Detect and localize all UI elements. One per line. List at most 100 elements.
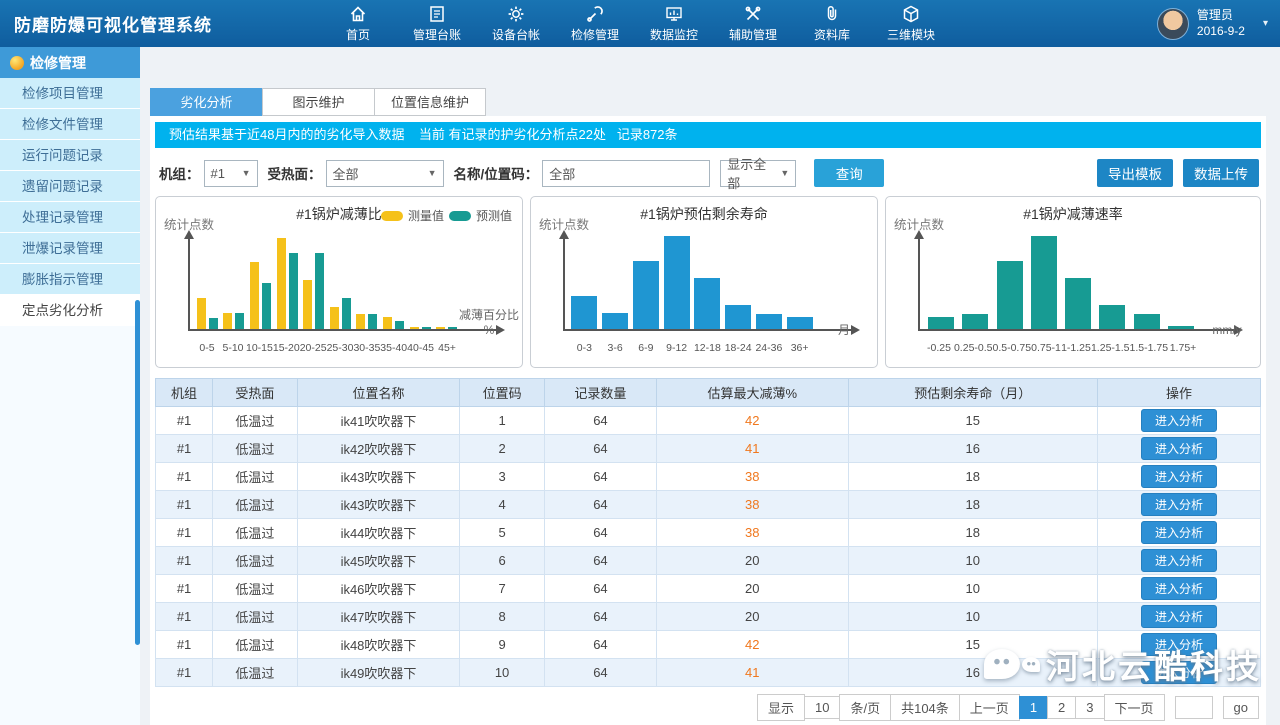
cell-max_thin: 38 — [656, 491, 848, 519]
cell-name: ik43吹吹器下 — [297, 463, 460, 491]
gear-icon — [506, 4, 526, 24]
bar — [602, 313, 628, 329]
nav-item-maintenance[interactable]: 检修管理 — [569, 4, 621, 43]
name-code-input[interactable] — [542, 160, 710, 187]
sidebar-item-files[interactable]: 检修文件管理 — [0, 109, 140, 140]
page-button-1[interactable]: 1 — [1019, 696, 1048, 719]
table-row: #1低温过ik43吹吹器下3643818进入分析 — [156, 463, 1261, 491]
bar — [262, 283, 271, 329]
enter-analysis-button[interactable]: 进入分析 — [1141, 409, 1217, 432]
display-select-value: 显示全部 — [727, 154, 774, 192]
cell-surface: 低温过 — [213, 407, 298, 435]
x-tick-label: 1.75+ — [1168, 342, 1198, 354]
bar — [422, 327, 431, 329]
x-axis — [563, 329, 851, 331]
prev-page-button[interactable]: 上一页 — [959, 694, 1020, 721]
data-upload-button[interactable]: 数据上传 — [1183, 159, 1259, 187]
x-tick-label: 1-1.25 — [1061, 342, 1091, 354]
cell-life: 10 — [848, 547, 1098, 575]
nav-item-auxiliary[interactable]: 辅助管理 — [727, 4, 779, 43]
cell-surface: 低温过 — [213, 631, 298, 659]
x-tick-label: 12-18 — [692, 342, 723, 354]
user-date: 2016-9-2 — [1197, 24, 1245, 40]
nav-item-home[interactable]: 首页 — [332, 4, 384, 43]
cell-unit: #1 — [156, 659, 213, 687]
tab-diagram[interactable]: 图示维护 — [262, 88, 374, 116]
nav-item-equipment[interactable]: 设备台帐 — [490, 4, 542, 43]
nav-item-ledger[interactable]: 管理台账 — [411, 4, 463, 43]
bar — [235, 313, 244, 329]
cell-code: 7 — [460, 575, 545, 603]
x-tick-label: 20-25 — [300, 342, 327, 354]
bar — [928, 317, 954, 329]
surface-select[interactable]: 全部 ▼ — [326, 160, 444, 187]
user-info[interactable]: 管理员 2016-9-2 ▾ — [1157, 8, 1268, 40]
cell-code: 3 — [460, 463, 545, 491]
enter-analysis-button[interactable]: 进入分析 — [1141, 633, 1217, 656]
goto-page-input[interactable] — [1175, 696, 1213, 719]
x-tick-label: -0.25 — [924, 342, 954, 354]
enter-analysis-button[interactable]: 进入分析 — [1141, 605, 1217, 628]
cell-code: 1 — [460, 407, 545, 435]
cell-code: 4 — [460, 491, 545, 519]
enter-analysis-button[interactable]: 进入分析 — [1141, 493, 1217, 516]
x-tick-label: 45+ — [434, 342, 460, 354]
bar — [725, 305, 751, 329]
avatar — [1157, 8, 1189, 40]
x-tick-label: 10-15 — [246, 342, 273, 354]
sidebar-item-run-issues[interactable]: 运行问题记录 — [0, 140, 140, 171]
sidebar-item-expansion[interactable]: 膨胀指示管理 — [0, 264, 140, 295]
enter-analysis-button[interactable]: 进入分析 — [1141, 577, 1217, 600]
bar — [395, 321, 404, 329]
bar — [664, 236, 690, 329]
go-button[interactable]: go — [1223, 696, 1259, 719]
page-button-2[interactable]: 2 — [1047, 696, 1076, 719]
cell-surface: 低温过 — [213, 435, 298, 463]
sidebar-item-project[interactable]: 检修项目管理 — [0, 78, 140, 109]
x-axis-unit-line: % — [459, 323, 519, 339]
cell-name: ik46吹吹器下 — [297, 575, 460, 603]
nav-item-monitor[interactable]: 数据监控 — [648, 4, 700, 43]
cell-action: 进入分析 — [1098, 603, 1261, 631]
nav-item-label: 管理台账 — [413, 26, 461, 43]
enter-analysis-button[interactable]: 进入分析 — [1141, 521, 1217, 544]
search-button[interactable]: 查询 — [814, 159, 884, 187]
sidebar-item-leak[interactable]: 泄爆记录管理 — [0, 233, 140, 264]
bar-group — [784, 317, 815, 329]
cell-max_thin: 20 — [656, 547, 848, 575]
cell-name: ik41吹吹器下 — [297, 407, 460, 435]
sidebar-item-handle[interactable]: 处理记录管理 — [0, 202, 140, 233]
sidebar-item-degradation[interactable]: 定点劣化分析 — [0, 295, 140, 326]
chevron-down-icon: ▼ — [774, 168, 789, 178]
display-select[interactable]: 显示全部 ▼ — [720, 160, 796, 187]
table-header-row: 机组受热面位置名称位置码记录数量估算最大减薄%预估剩余寿命（月）操作 — [156, 379, 1261, 407]
enter-analysis-button[interactable]: 进入分析 — [1141, 549, 1217, 572]
cell-action: 进入分析 — [1098, 463, 1261, 491]
enter-analysis-button[interactable]: 进入分析 — [1141, 465, 1217, 488]
ledger-icon — [427, 4, 447, 24]
nav-item-label: 设备台帐 — [492, 26, 540, 43]
nav-item-threed[interactable]: 三维模块 — [885, 4, 937, 43]
unit-select[interactable]: #1 ▼ — [204, 160, 258, 187]
enter-analysis-button[interactable]: 进入分析 — [1141, 437, 1217, 460]
chevron-down-icon[interactable]: ▾ — [1263, 18, 1268, 29]
enter-analysis-button[interactable]: 进入分析 — [1141, 661, 1217, 684]
bar-group — [993, 261, 1027, 329]
tab-analysis[interactable]: 劣化分析 — [150, 88, 262, 116]
export-template-button[interactable]: 导出模板 — [1097, 159, 1173, 187]
sidebar-item-legacy-issues[interactable]: 遗留问题记录 — [0, 171, 140, 202]
tab-location[interactable]: 位置信息维护 — [374, 88, 486, 116]
y-axis-arrow-icon — [184, 230, 194, 239]
bar — [303, 280, 312, 329]
cell-name: ik47吹吹器下 — [297, 603, 460, 631]
plot-area — [924, 229, 1198, 329]
sidebar-header[interactable]: 检修管理 — [0, 47, 140, 78]
chart-panel-1: #1锅炉减薄比测量值预测值统计点数0-55-1010-1515-2020-252… — [155, 196, 523, 368]
next-page-button[interactable]: 下一页 — [1104, 694, 1165, 721]
nav-item-library[interactable]: 资料库 — [806, 4, 858, 43]
filter-bar: 机组： #1 ▼ 受热面： 全部 ▼ 名称/位置码： 显示全部 ▼ 查询 — [157, 159, 1259, 187]
page-button-3[interactable]: 3 — [1075, 696, 1104, 719]
bar — [277, 238, 286, 329]
user-meta: 管理员 2016-9-2 — [1197, 8, 1245, 39]
cell-unit: #1 — [156, 519, 213, 547]
